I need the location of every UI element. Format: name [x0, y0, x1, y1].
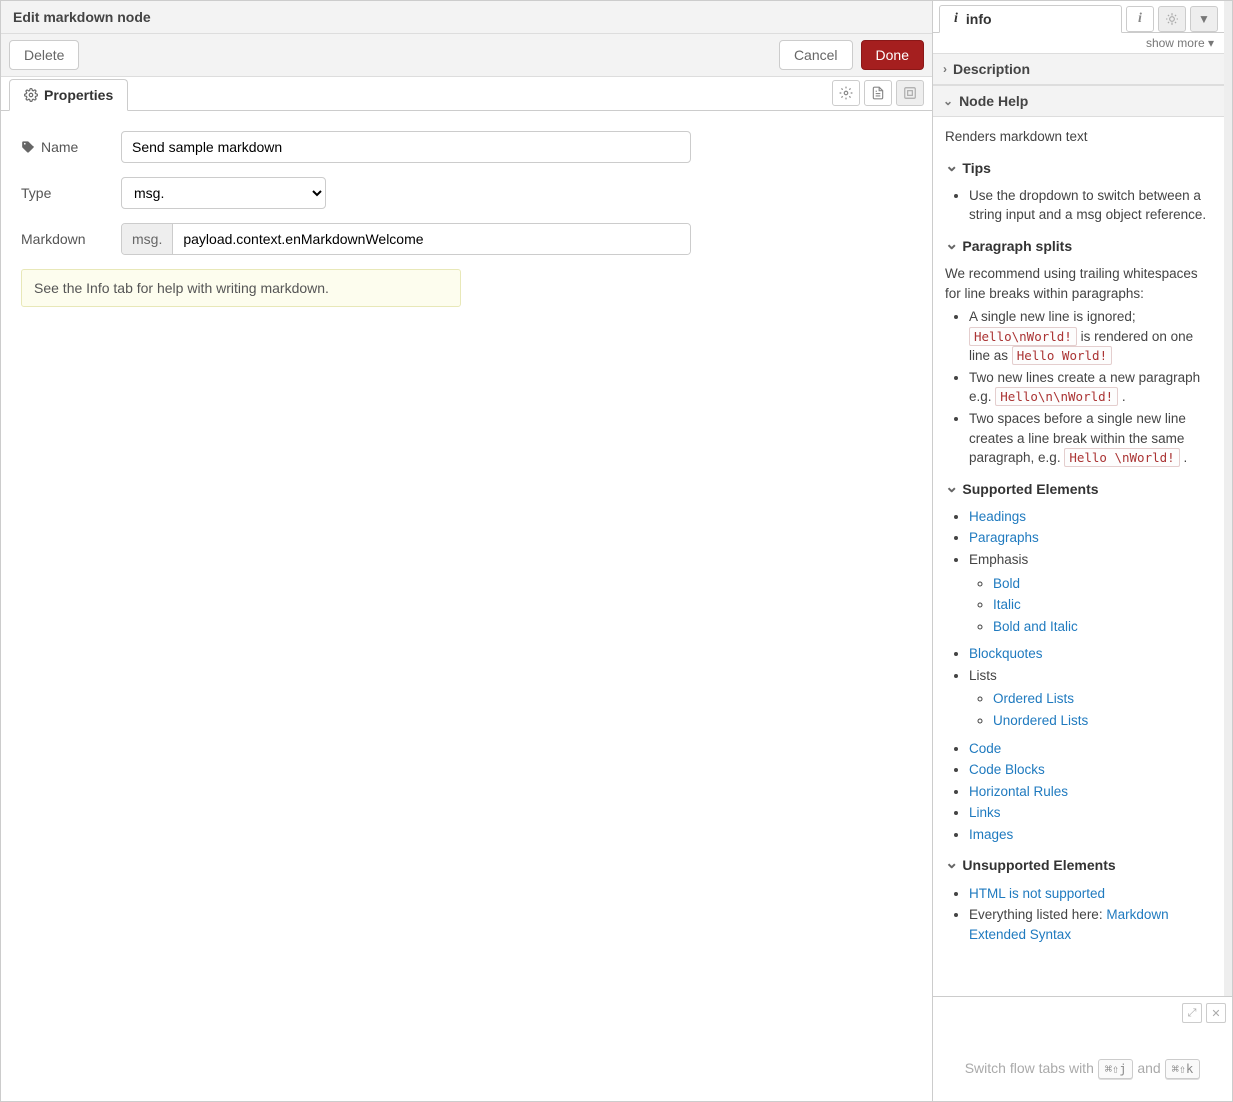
- done-button[interactable]: Done: [861, 40, 924, 70]
- para-heading: Paragraph splits: [945, 235, 1212, 258]
- footer-hint: Switch flow tabs with ⌘⇧j and ⌘⇧k: [933, 1059, 1232, 1079]
- para-intro: We recommend using trailing whitespaces …: [945, 264, 1212, 303]
- link-ordered-lists[interactable]: Ordered Lists: [993, 691, 1074, 706]
- description-icon-button[interactable]: [864, 80, 892, 106]
- expand-icon[interactable]: ⤢: [1182, 1003, 1202, 1023]
- link-italic[interactable]: Italic: [993, 597, 1021, 612]
- name-label: Name: [41, 139, 78, 155]
- help-intro: Renders markdown text: [945, 127, 1212, 147]
- chevron-down-icon: ⌄: [943, 94, 953, 108]
- markdown-input[interactable]: [173, 224, 690, 254]
- unsupported-heading: Unsupported Elements: [945, 854, 1212, 877]
- cancel-button[interactable]: Cancel: [779, 40, 853, 70]
- sidebar-tab-info-label: info: [966, 11, 992, 27]
- type-label: Type: [21, 185, 51, 201]
- link-paragraphs[interactable]: Paragraphs: [969, 530, 1039, 545]
- list-item-lists: Lists Ordered Lists Unordered Lists: [969, 666, 1212, 731]
- properties-form: Name Type msg. Markdown: [1, 111, 932, 327]
- markdown-prefix[interactable]: msg.: [122, 224, 173, 254]
- para-item-3: Two spaces before a single new line crea…: [969, 409, 1212, 468]
- appearance-icon-button[interactable]: [896, 80, 924, 106]
- tag-icon: [21, 140, 35, 154]
- link-unordered-lists[interactable]: Unordered Lists: [993, 713, 1088, 728]
- link-horizontal-rules[interactable]: Horizontal Rules: [969, 784, 1068, 799]
- sidebar-tab-info[interactable]: i info: [939, 5, 1122, 33]
- link-images[interactable]: Images: [969, 827, 1013, 842]
- sidebar-footer: ⤢ ✕ Switch flow tabs with ⌘⇧j and ⌘⇧k: [933, 996, 1232, 1101]
- kbd-prev: ⌘⇧j: [1098, 1059, 1134, 1079]
- delete-button[interactable]: Delete: [9, 40, 79, 70]
- link-code-blocks[interactable]: Code Blocks: [969, 762, 1045, 777]
- tips-heading: Tips: [945, 157, 1212, 180]
- sidebar-debug-button[interactable]: [1158, 6, 1186, 32]
- settings-icon-button[interactable]: [832, 80, 860, 106]
- tab-properties[interactable]: Properties: [9, 79, 128, 111]
- panel-title: Edit markdown node: [1, 1, 932, 34]
- link-bold[interactable]: Bold: [993, 576, 1020, 591]
- link-headings[interactable]: Headings: [969, 509, 1026, 524]
- sidebar-dropdown-button[interactable]: ▼: [1190, 6, 1218, 32]
- markdown-compound-input: msg.: [121, 223, 691, 255]
- accordion-node-help[interactable]: ⌄ Node Help: [933, 85, 1224, 117]
- sidebar-tab-row: i info i ▼: [933, 1, 1224, 33]
- link-blockquotes[interactable]: Blockquotes: [969, 646, 1043, 661]
- link-code[interactable]: Code: [969, 741, 1001, 756]
- toolbar: Delete Cancel Done: [1, 34, 932, 77]
- node-help-body: Renders markdown text Tips Use the dropd…: [933, 117, 1224, 962]
- info-callout: See the Info tab for help with writing m…: [21, 269, 461, 307]
- editor-panel: Edit markdown node Delete Cancel Done Pr…: [0, 0, 933, 1102]
- show-more-link[interactable]: show more ▾: [933, 33, 1224, 53]
- para-item-2: Two new lines create a new paragraph e.g…: [969, 368, 1212, 407]
- type-select[interactable]: msg.: [121, 177, 326, 209]
- list-item-extended: Everything listed here: Markdown Extende…: [969, 905, 1212, 944]
- supported-heading: Supported Elements: [945, 478, 1212, 501]
- para-item-1: A single new line is ignored; Hello\nWor…: [969, 307, 1212, 366]
- sidebar-info-button[interactable]: i: [1126, 6, 1154, 32]
- gear-icon: [24, 88, 38, 102]
- kbd-next: ⌘⇧k: [1165, 1059, 1201, 1079]
- link-html-not-supported[interactable]: HTML is not supported: [969, 886, 1105, 901]
- sidebar: i info i ▼ show more ▾ › Description ⌄ N…: [933, 0, 1233, 1102]
- tab-row: Properties: [1, 77, 932, 111]
- name-input[interactable]: [121, 131, 691, 163]
- list-item-emphasis: Emphasis Bold Italic Bold and Italic: [969, 550, 1212, 636]
- accordion-description[interactable]: › Description: [933, 53, 1224, 85]
- info-icon: i: [954, 11, 958, 27]
- chevron-right-icon: ›: [943, 62, 947, 76]
- tab-properties-label: Properties: [44, 87, 113, 103]
- link-bold-and-italic[interactable]: Bold and Italic: [993, 619, 1078, 634]
- link-links[interactable]: Links: [969, 805, 1001, 820]
- close-icon[interactable]: ✕: [1206, 1003, 1226, 1023]
- tips-item: Use the dropdown to switch between a str…: [969, 186, 1212, 225]
- markdown-label: Markdown: [21, 231, 86, 247]
